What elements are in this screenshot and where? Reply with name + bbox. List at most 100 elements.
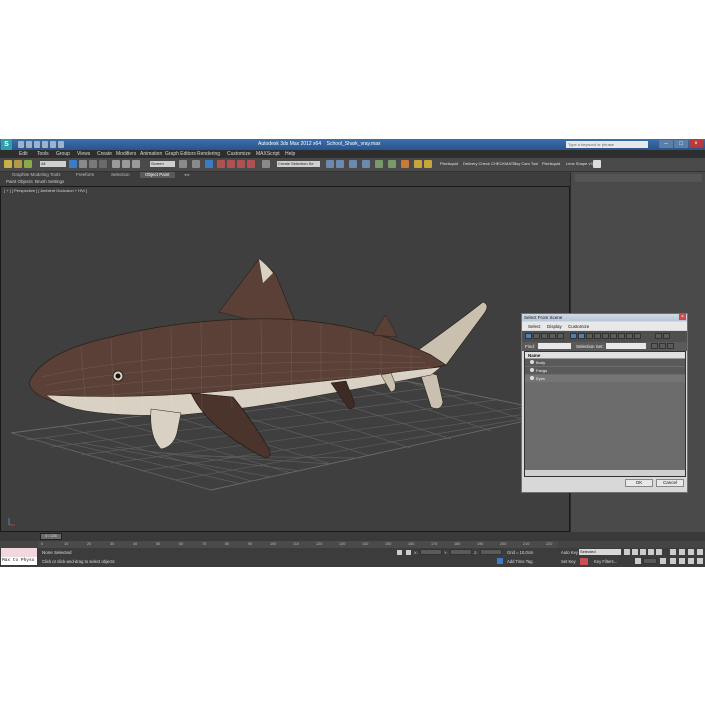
list-horizontal-scrollbar[interactable] [525, 470, 685, 476]
menu-rendering[interactable]: Rendering [197, 151, 220, 157]
current-frame-field[interactable] [643, 558, 657, 564]
time-slider[interactable]: 0 / 225 [40, 533, 62, 540]
cancel-button[interactable]: Cancel [656, 479, 684, 487]
selection-set-icon-b[interactable] [659, 343, 666, 349]
maximize-icon[interactable]: □ [674, 140, 688, 148]
menu-animation[interactable]: Animation [140, 151, 162, 157]
zoom-extents-icon[interactable] [688, 549, 694, 555]
select-none-icon[interactable] [634, 333, 641, 339]
select-manipulate-icon[interactable] [192, 160, 200, 168]
align-icon[interactable] [336, 160, 344, 168]
shark-model[interactable] [28, 258, 488, 458]
reference-coordinate-dropdown[interactable]: Screen [150, 161, 175, 167]
project-folder-icon[interactable] [58, 141, 64, 148]
angle-snap-icon[interactable] [227, 160, 235, 168]
menu-modifiers[interactable]: Modifiers [116, 151, 136, 157]
key-filters-button[interactable]: Key Filters... [594, 559, 617, 564]
filter-helpers-icon[interactable] [557, 333, 564, 339]
scale-icon[interactable] [132, 160, 140, 168]
redo-icon[interactable] [50, 141, 56, 148]
display-all-icon[interactable] [602, 333, 609, 339]
ok-button[interactable]: OK [625, 479, 653, 487]
previous-frame-icon[interactable] [632, 549, 638, 555]
toolbar-text-pixelsquid-2[interactable]: Pixelsquid [542, 161, 560, 166]
filter-lights-icon[interactable] [541, 333, 548, 339]
filter-spacewarps-icon[interactable] [570, 333, 577, 339]
key-mode-dropdown[interactable]: Selected [579, 549, 621, 555]
go-to-start-icon[interactable] [624, 549, 630, 555]
menu-group[interactable]: Group [56, 151, 70, 157]
tab-selection[interactable]: Selection [111, 172, 130, 178]
tab-object-paint[interactable]: Object Paint [140, 172, 175, 178]
rotate-icon[interactable] [122, 160, 130, 168]
pan-view-icon[interactable] [679, 558, 685, 564]
toolbar-text-checkmate[interactable]: CHECKMATE [491, 161, 516, 166]
rectangular-selection-icon[interactable] [89, 160, 97, 168]
filter-groups-icon[interactable] [578, 333, 585, 339]
named-selection-dropdown[interactable]: Create Selection Se [277, 161, 320, 167]
next-frame-icon[interactable] [648, 549, 654, 555]
display-children-icon[interactable] [663, 333, 670, 339]
layer-manager-icon[interactable] [349, 160, 357, 168]
select-object-icon[interactable] [69, 160, 77, 168]
toolbar-text-joy-cam-tool[interactable]: Joy Cam Tool [514, 161, 538, 166]
toolbar-text-lens-shape[interactable]: Lens Shape v3 [566, 161, 593, 166]
y-coordinate-field[interactable] [450, 549, 472, 555]
menu-create[interactable]: Create [97, 151, 112, 157]
maxscript-listener-pink[interactable] [1, 548, 37, 557]
schematic-view-icon[interactable] [388, 160, 396, 168]
orbit-icon[interactable] [688, 558, 694, 564]
select-all-icon[interactable] [626, 333, 633, 339]
save-file-icon[interactable] [34, 141, 40, 148]
render-setup-icon[interactable] [414, 160, 422, 168]
selection-set-dropdown[interactable] [606, 343, 646, 349]
list-header[interactable]: Name [525, 352, 685, 359]
toolbar-text-pixelsquid[interactable]: Pixelsquid [440, 161, 458, 166]
filter-shapes-icon[interactable] [533, 333, 540, 339]
search-input[interactable]: Type a keyword or phrase [566, 141, 648, 148]
key-mode-toggle-icon[interactable] [635, 558, 641, 564]
z-coordinate-field[interactable] [480, 549, 502, 555]
absolute-mode-icon[interactable] [406, 550, 411, 555]
undo-icon[interactable] [42, 141, 48, 148]
filter-bones-icon[interactable] [594, 333, 601, 339]
menu-edit[interactable]: Edit [19, 151, 28, 157]
perspective-viewport[interactable]: [ + ] [ Perspective ] [ Ambient Occlusio… [0, 186, 570, 532]
display-none-icon[interactable] [610, 333, 617, 339]
toolbar-text-delivery-check[interactable]: Delivery Check [463, 161, 490, 166]
command-panel-tabs[interactable] [575, 174, 702, 182]
subtab-paint-objects[interactable]: Paint Objects [6, 179, 33, 184]
filter-cameras-icon[interactable] [549, 333, 556, 339]
mirror-icon[interactable] [326, 160, 334, 168]
move-icon[interactable] [112, 160, 120, 168]
menu-help[interactable]: Help [285, 151, 295, 157]
set-key-label[interactable]: Set Key [561, 559, 576, 564]
auto-key-label[interactable]: Auto Key [561, 550, 578, 555]
filter-xrefs-icon[interactable] [586, 333, 593, 339]
time-slider-bar[interactable]: 0 / 225 [0, 532, 705, 541]
close-icon[interactable]: × [689, 140, 703, 148]
column-header-name[interactable]: Name [528, 353, 540, 358]
minimize-icon[interactable]: – [659, 140, 673, 148]
select-by-name-icon[interactable] [79, 160, 87, 168]
dialog-menu-customize[interactable]: Customize [568, 324, 589, 329]
rendered-frame-icon[interactable] [424, 160, 432, 168]
dialog-menu-display[interactable]: Display [547, 324, 562, 329]
maxscript-listener-input[interactable]: Max to Physx [1, 557, 37, 565]
graphite-tools-icon[interactable] [362, 160, 370, 168]
maximize-viewport-icon[interactable] [697, 558, 703, 564]
lock-selection-icon[interactable] [397, 550, 402, 555]
open-file-icon[interactable] [26, 141, 32, 148]
material-editor-icon[interactable] [401, 160, 409, 168]
selection-set-icon-a[interactable] [651, 343, 658, 349]
timeline-ruler[interactable]: 0 10 20 30 40 50 60 70 80 90 100 110 120… [38, 541, 558, 548]
zoom-icon[interactable] [670, 549, 676, 555]
menu-maxscript[interactable]: MAXScript [256, 151, 280, 157]
zoom-all-icon[interactable] [679, 549, 685, 555]
menu-tools[interactable]: Tools [37, 151, 49, 157]
filter-geometry-icon[interactable] [525, 333, 532, 339]
selection-set-icon-c[interactable] [667, 343, 674, 349]
menu-graph-editors[interactable]: Graph Editors [165, 151, 196, 157]
time-configuration-icon[interactable] [660, 558, 666, 564]
go-to-end-icon[interactable] [656, 549, 662, 555]
